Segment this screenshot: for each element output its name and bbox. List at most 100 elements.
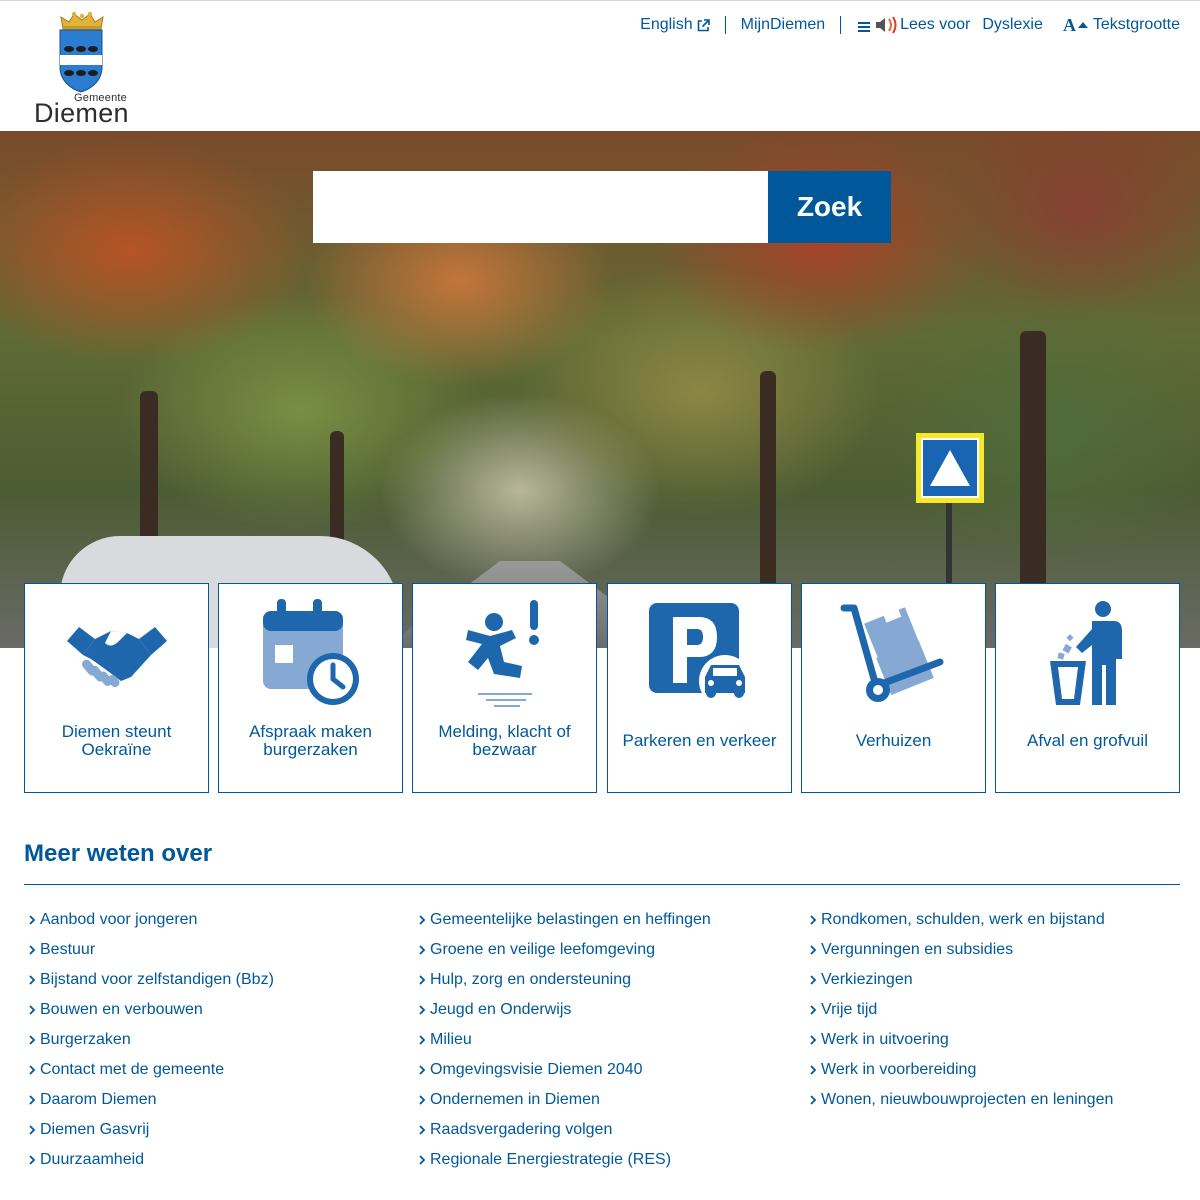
topic-link[interactable]: Bijstand voor zelfstandigen (Bbz)	[24, 965, 404, 995]
tile-melding[interactable]: Melding, klacht of bezwaar	[412, 583, 597, 793]
topic-label: Bouwen en verbouwen	[40, 1001, 203, 1018]
handshake-icon	[66, 627, 167, 688]
chevron-right-icon	[24, 1155, 40, 1165]
topic-link[interactable]: Burgerzaken	[24, 1025, 404, 1055]
meer-weten-over-heading: Meer weten over	[24, 840, 213, 867]
mijndiemen-link[interactable]: MijnDiemen	[741, 16, 825, 34]
topic-link[interactable]: Regionale Energiestrategie (RES)	[414, 1145, 794, 1175]
chevron-right-icon	[24, 915, 40, 925]
chevron-right-icon	[414, 1095, 430, 1105]
tile-label: Afval en grofvuil	[1027, 731, 1148, 750]
topic-link[interactable]: Verkiezingen	[805, 965, 1185, 995]
chevron-right-icon	[414, 1065, 430, 1075]
topic-label: Bijstand voor zelfstandigen (Bbz)	[40, 971, 274, 988]
topic-link[interactable]: Bestuur	[24, 935, 404, 965]
dyslexie-toggle[interactable]: Dyslexie	[982, 16, 1042, 34]
chevron-right-icon	[414, 1155, 430, 1165]
english-link[interactable]: English	[640, 16, 710, 34]
chevron-right-icon	[805, 1095, 821, 1105]
topic-label: Omgevingsvisie Diemen 2040	[430, 1061, 643, 1078]
topic-label: Contact met de gemeente	[40, 1061, 225, 1078]
tile-label: Parkeren en verkeer	[622, 731, 777, 750]
tile-afspraak[interactable]: Afspraak maken burgerzaken	[218, 583, 403, 793]
quick-tiles: Diemen steunt Oekraïne Afspraak maken bu…	[24, 583, 1180, 793]
topic-label: Diemen Gasvrij	[40, 1121, 150, 1138]
chevron-right-icon	[24, 1095, 40, 1105]
lees-voor-label: Lees voor	[900, 16, 971, 33]
topic-list-col2: Gemeentelijke belastingen en heffingen G…	[414, 905, 794, 1175]
topic-label: Jeugd en Onderwijs	[430, 1001, 572, 1018]
chevron-right-icon	[24, 1005, 40, 1015]
topic-link[interactable]: Diemen Gasvrij	[24, 1115, 404, 1145]
topic-link[interactable]: Jeugd en Onderwijs	[414, 995, 794, 1025]
topic-link[interactable]: Daarom Diemen	[24, 1085, 404, 1115]
topic-link[interactable]: Aanbod voor jongeren	[24, 905, 404, 935]
topic-label: Aanbod voor jongeren	[40, 911, 198, 928]
topic-link[interactable]: Ondernemen in Diemen	[414, 1085, 794, 1115]
waste-bin-person-icon	[1049, 601, 1122, 705]
chevron-right-icon	[414, 975, 430, 985]
hand-truck-icon	[840, 604, 943, 702]
topic-link[interactable]: Wonen, nieuwbouwprojecten en leningen	[805, 1085, 1185, 1115]
tile-oekraine[interactable]: Diemen steunt Oekraïne	[24, 583, 209, 793]
chevron-right-icon	[805, 1005, 821, 1015]
topic-link[interactable]: Werk in uitvoering	[805, 1025, 1185, 1055]
site-header: Gemeente Diemen English MijnDiemen Lees …	[0, 1, 1200, 131]
calendar-clock-icon	[262, 599, 359, 705]
readspeaker-button[interactable]: Lees voor	[856, 16, 970, 34]
chevron-right-icon	[24, 945, 40, 955]
topic-link[interactable]: Contact met de gemeente	[24, 1055, 404, 1085]
tile-verhuizen[interactable]: Verhuizen	[801, 583, 986, 793]
topic-label: Burgerzaken	[40, 1031, 131, 1048]
tile-parkeren[interactable]: Parkeren en verkeer	[607, 583, 792, 793]
topic-label: Duurzaamheid	[40, 1151, 145, 1168]
search-button[interactable]: Zoek	[768, 171, 891, 243]
topic-link[interactable]: Rondkomen, schulden, werk en bijstand	[805, 905, 1185, 935]
chevron-right-icon	[805, 1065, 821, 1075]
chevron-right-icon	[24, 1065, 40, 1075]
tile-label: Afspraak maken burgerzaken	[249, 722, 372, 759]
topic-label: Rondkomen, schulden, werk en bijstand	[821, 911, 1105, 928]
topic-label: Vrije tijd	[821, 1001, 878, 1018]
topic-link[interactable]: Groene en veilige leefomgeving	[414, 935, 794, 965]
topic-link[interactable]: Bouwen en verbouwen	[24, 995, 404, 1025]
tekstgrootte-label: Tekstgrootte	[1092, 16, 1180, 33]
coat-of-arms-icon	[59, 29, 103, 93]
topic-link[interactable]: Raadsvergadering volgen	[414, 1115, 794, 1145]
topic-list-col1: Aanbod voor jongeren Bestuur Bijstand vo…	[24, 905, 404, 1175]
chevron-right-icon	[805, 1035, 821, 1045]
topic-link[interactable]: Vergunningen en subsidies	[805, 935, 1185, 965]
topic-label: Bestuur	[40, 941, 96, 958]
section-divider	[24, 884, 1180, 885]
crosswalk-sign	[916, 433, 984, 503]
chevron-right-icon	[24, 975, 40, 985]
logo-gemeente-diemen[interactable]: Gemeente Diemen	[32, 9, 129, 128]
english-label: English	[640, 16, 693, 33]
topic-link[interactable]: Duurzaamheid	[24, 1145, 404, 1175]
topic-link[interactable]: Hulp, zorg en ondersteuning	[414, 965, 794, 995]
chevron-right-icon	[24, 1125, 40, 1135]
chevron-right-icon	[414, 1005, 430, 1015]
search-input[interactable]	[313, 171, 768, 243]
tile-label: Diemen steunt Oekraïne	[61, 722, 172, 759]
chevron-right-icon	[414, 945, 430, 955]
nav-separator	[724, 16, 726, 34]
parking-car-icon	[648, 603, 751, 707]
topic-link[interactable]: Vrije tijd	[805, 995, 1185, 1025]
tekstgrootte-button[interactable]: A Tekstgrootte	[1063, 16, 1180, 34]
top-navigation: English MijnDiemen Lees voor Dyslexie A	[640, 15, 1180, 35]
tile-afval[interactable]: Afval en grofvuil	[995, 583, 1180, 793]
tile-label: Melding, klacht of bezwaar	[438, 722, 571, 759]
topic-link[interactable]: Omgevingsvisie Diemen 2040	[414, 1055, 794, 1085]
topic-label: Regionale Energiestrategie (RES)	[430, 1151, 672, 1168]
topic-link[interactable]: Werk in voorbereiding	[805, 1055, 1185, 1085]
text-size-icon: A	[1063, 17, 1088, 33]
topic-label: Milieu	[430, 1031, 472, 1048]
chevron-right-icon	[805, 945, 821, 955]
external-link-icon	[697, 18, 710, 31]
topic-list-col3: Rondkomen, schulden, werk en bijstand Ve…	[805, 905, 1185, 1115]
topic-link[interactable]: Milieu	[414, 1025, 794, 1055]
topic-label: Werk in uitvoering	[821, 1031, 949, 1048]
slip-warning-icon	[465, 600, 539, 707]
topic-link[interactable]: Gemeentelijke belastingen en heffingen	[414, 905, 794, 935]
